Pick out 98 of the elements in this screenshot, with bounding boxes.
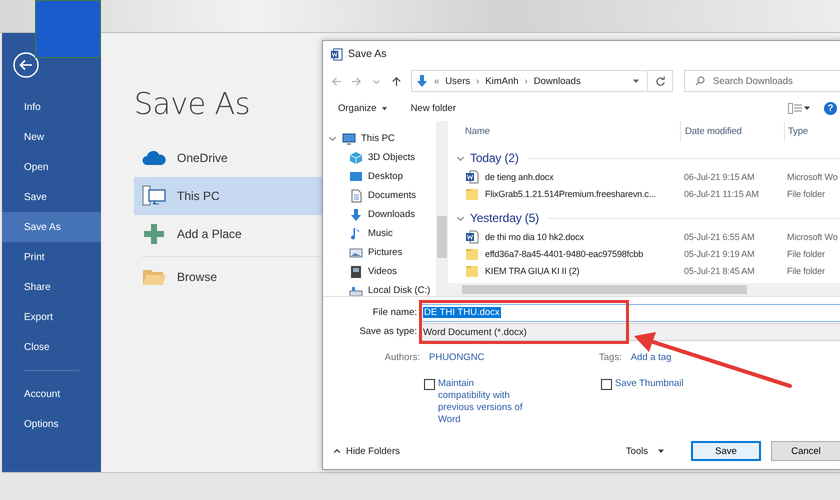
file-type-dropdown[interactable]: Word Document (*.docx)	[420, 323, 840, 341]
refresh-icon[interactable]	[654, 76, 666, 86]
menu-item[interactable]: Info	[2, 92, 101, 122]
overflow-mark[interactable]: «	[434, 76, 440, 86]
desktop-icon	[349, 170, 363, 184]
file-date: 05-Jul-21 9:19 AM	[684, 248, 754, 258]
pictures-icon	[349, 246, 363, 260]
group-header[interactable]: Today (2)	[470, 151, 519, 165]
place-item[interactable]: OneDrive	[134, 139, 322, 177]
plus-icon	[142, 222, 166, 246]
path-separator: ›	[524, 76, 528, 86]
menu-item[interactable]: Open	[2, 152, 101, 182]
search-box[interactable]: Search Downloads	[684, 70, 840, 92]
page-title: Save As	[134, 87, 250, 123]
file-type: File folder	[787, 188, 825, 198]
hide-folders-button[interactable]: Hide Folders	[346, 446, 400, 456]
videos-icon	[349, 264, 363, 278]
menu-item[interactable]: Save	[2, 182, 101, 212]
file-type: Microsoft Wo	[787, 172, 838, 182]
save-button[interactable]: Save	[691, 441, 761, 461]
file-name[interactable]: effd36a7-8a45-4401-9480-eac97598fcbb	[485, 248, 644, 258]
cancel-button[interactable]: Cancel	[771, 441, 840, 461]
file-type: Microsoft Wo	[787, 232, 838, 242]
tools-menu[interactable]: Tools	[626, 446, 666, 456]
place-item[interactable]: Browse	[134, 257, 322, 297]
menu-item[interactable]: Save As	[2, 212, 101, 242]
checkbox[interactable]	[601, 379, 612, 390]
chevron-icon[interactable]	[333, 447, 341, 455]
column-header[interactable]: Date modified	[685, 126, 742, 137]
header-block	[35, 0, 101, 58]
tree-item[interactable]: Pictures	[349, 243, 436, 262]
group-header[interactable]: Yesterday (5)	[470, 211, 539, 225]
menu-item[interactable]: Print	[2, 242, 101, 272]
documents-icon	[349, 188, 363, 202]
file-name[interactable]: de tieng anh.docx	[485, 172, 554, 182]
field-label: Authors:	[384, 352, 420, 362]
folder-icon	[142, 267, 166, 287]
file-name[interactable]: de thi mo dia 10 hk2.docx	[485, 232, 584, 242]
checkbox[interactable]	[424, 379, 435, 390]
tree-item[interactable]: Documents	[349, 186, 436, 205]
folder-icon	[465, 264, 479, 278]
tree-item[interactable]: Downloads	[349, 205, 436, 224]
organize-menu[interactable]: Organize	[338, 102, 389, 114]
search-icon	[695, 76, 705, 86]
checkbox-label[interactable]: Maintain compatibility with previous versions of Word	[438, 378, 528, 426]
breadcrumb[interactable]: Downloads	[534, 76, 581, 86]
column-header[interactable]: Name	[465, 126, 490, 137]
scrollbar[interactable]	[448, 283, 840, 296]
file-name-field[interactable]: DE THI THU.docx	[420, 304, 840, 322]
menu-item[interactable]: Account	[2, 379, 101, 409]
tree-item[interactable]: Desktop	[349, 167, 436, 186]
tree-item[interactable]: Music	[349, 224, 436, 243]
folder-icon	[465, 186, 479, 200]
tree-item[interactable]: 3D Objects	[349, 148, 436, 167]
menu-item[interactable]: Export	[2, 302, 101, 332]
file-name[interactable]: KIEM TRA GIUA KI II (2)	[485, 266, 580, 276]
menu-item[interactable]: Close	[2, 332, 101, 362]
place-item[interactable]: Add a Place	[134, 215, 322, 253]
file-date: 06-Jul-21 9:15 AM	[684, 172, 754, 182]
menu-item[interactable]: Options	[2, 409, 101, 439]
cube-icon	[349, 150, 363, 164]
checkbox-label[interactable]: Save Thumbnail	[615, 378, 684, 390]
file-date: 06-Jul-21 11:15 AM	[684, 188, 759, 198]
document-icon	[465, 230, 479, 244]
download-icon	[349, 208, 363, 222]
word-icon	[330, 48, 343, 60]
tags-field[interactable]: Add a tag	[630, 352, 672, 362]
menu-item[interactable]: Share	[2, 272, 101, 302]
field-label: File name:	[372, 307, 418, 318]
dialog-title: Save As	[348, 48, 387, 60]
scrollbar[interactable]	[436, 121, 448, 296]
file-type: File folder	[787, 266, 825, 276]
computer-icon	[342, 132, 356, 146]
download-icon	[416, 75, 428, 87]
help-button[interactable]: ?	[824, 102, 837, 114]
new-folder-button[interactable]: New folder	[410, 102, 456, 114]
tree-item[interactable]: Videos	[349, 262, 436, 281]
field-label: Save as type:	[358, 326, 418, 337]
tree-item[interactable]: Local Disk (C:)	[349, 281, 436, 296]
document-icon	[465, 170, 479, 184]
cloud-icon	[142, 150, 166, 166]
file-date: 05-Jul-21 8:45 AM	[684, 266, 754, 276]
folder-icon	[465, 246, 479, 260]
search-field[interactable]: Search Downloads	[713, 76, 833, 86]
column-header[interactable]: Type	[788, 126, 808, 137]
file-type: File folder	[787, 248, 825, 258]
breadcrumb[interactable]: KimAnh	[485, 76, 519, 86]
field-label: Tags:	[599, 352, 622, 362]
file-date: 05-Jul-21 6:55 AM	[684, 232, 754, 242]
place-item[interactable]: This PC	[134, 177, 322, 215]
file-name[interactable]: FlixGrab5.1.21.514Premium.freesharevn.c...	[485, 188, 656, 198]
computer-icon	[142, 185, 166, 207]
author-value[interactable]: PHUONGNC	[429, 352, 599, 362]
menu-item[interactable]: New	[2, 122, 101, 152]
up-icon[interactable]	[391, 76, 402, 86]
path-separator: ›	[476, 76, 480, 86]
tree-item[interactable]: This PC	[323, 129, 436, 148]
breadcrumb[interactable]: Users	[445, 76, 470, 86]
